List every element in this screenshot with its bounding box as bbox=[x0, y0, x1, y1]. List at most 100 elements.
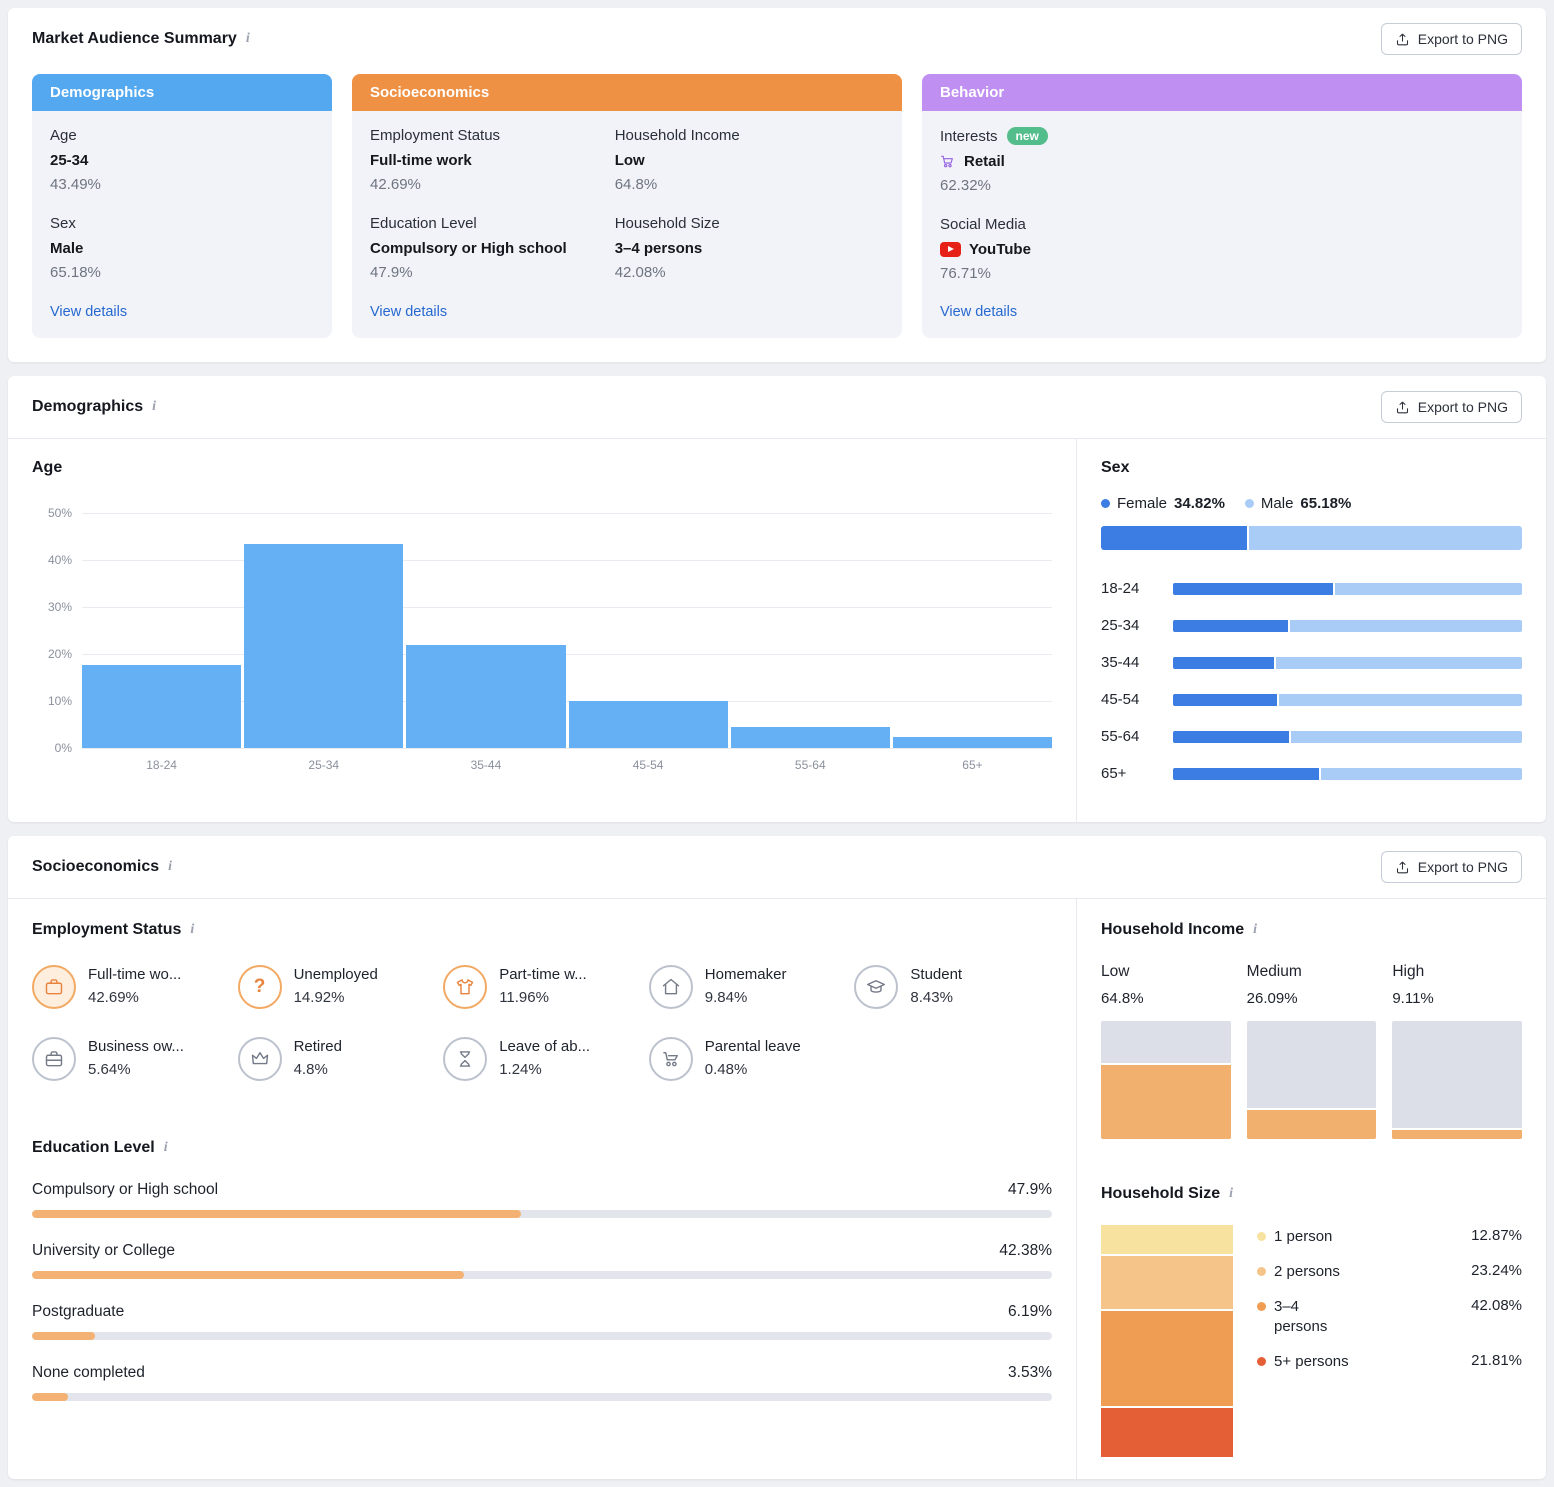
sex-row-label: 55-64 bbox=[1101, 728, 1140, 745]
age-bars bbox=[82, 513, 1053, 748]
income-percent: 9.11% bbox=[1392, 990, 1434, 1007]
export-icon bbox=[1395, 860, 1410, 875]
household-size-percent: 23.24% bbox=[1471, 1262, 1522, 1279]
income-chart-fill bbox=[1246, 1108, 1377, 1139]
legend-dot bbox=[1257, 1267, 1266, 1276]
summary-stat-label: Age bbox=[50, 127, 77, 144]
summary-stat-percent: 65.18% bbox=[50, 264, 101, 281]
household-size-percent: 42.08% bbox=[1471, 1297, 1522, 1314]
view-details-link[interactable]: View details bbox=[50, 304, 314, 320]
summary-stat: Social Media YouTube 76.71% bbox=[940, 216, 1048, 282]
view-details-link[interactable]: View details bbox=[940, 304, 1504, 320]
sex-segment-male bbox=[1279, 693, 1522, 706]
employment-item-name: Full-time wo... bbox=[88, 966, 182, 983]
summary-card-socioeconomics: Socioeconomics Employment Status Full-time… bbox=[352, 74, 902, 338]
summary-stat-value: Retail bbox=[940, 153, 1048, 170]
info-icon[interactable] bbox=[190, 922, 194, 938]
summary-card-behavior: Behavior Interests new Retail 62.32% Social M… bbox=[922, 74, 1522, 338]
education-level-title: Education Level bbox=[32, 1139, 1052, 1157]
education-bar-track bbox=[32, 1332, 1052, 1340]
socioeconomics-header: Socioeconomics Export to PNG bbox=[8, 836, 1546, 899]
employment-item: ? Unemployed 14.92% bbox=[237, 965, 436, 1009]
info-icon[interactable] bbox=[164, 1140, 168, 1156]
household-size-legend-item: 5+ persons 21.81% bbox=[1257, 1352, 1522, 1372]
household-size-block: Household Size 1 person 12.87% 2 persons 23… bbox=[1101, 1185, 1522, 1457]
briefcase-icon bbox=[32, 965, 76, 1009]
info-icon[interactable] bbox=[168, 859, 172, 875]
summary-stat-label: Education Level bbox=[370, 215, 477, 232]
info-icon[interactable] bbox=[1253, 922, 1257, 938]
sex-segment-male bbox=[1289, 619, 1522, 632]
employment-status-title: Employment Status bbox=[32, 921, 1052, 939]
socioeconomics-body: Employment Status Full-time wo... 42.69%?… bbox=[8, 899, 1546, 1479]
income-item-high: High 9.11% bbox=[1392, 963, 1522, 1139]
summary-card-column: Household Income Low 64.8% Household Size 3–… bbox=[615, 127, 740, 303]
employment-item-percent: 8.43% bbox=[910, 989, 953, 1006]
sex-row-35-44: 35-44 bbox=[1101, 654, 1522, 671]
income-chart bbox=[1246, 1021, 1377, 1139]
sex-row-label: 18-24 bbox=[1101, 580, 1140, 597]
summary-stat: Education Level Compulsory or High school… bbox=[370, 215, 567, 281]
export-png-button[interactable]: Export to PNG bbox=[1380, 391, 1522, 423]
summary-stat-label: Social Media bbox=[940, 216, 1026, 233]
household-income-title: Household Income bbox=[1101, 921, 1522, 939]
export-png-button[interactable]: Export to PNG bbox=[1380, 23, 1522, 55]
info-icon[interactable] bbox=[1229, 1186, 1233, 1202]
summary-title-text: Market Audience Summary bbox=[32, 30, 237, 47]
sex-legend: Female 34.82% Male 65.18% bbox=[1101, 495, 1522, 512]
sex-segment-female bbox=[1173, 619, 1288, 632]
info-icon[interactable] bbox=[152, 399, 156, 415]
household-size-segment bbox=[1101, 1310, 1233, 1406]
summary-stat-value: YouTube bbox=[940, 241, 1048, 258]
socioeconomics-left-panel: Employment Status Full-time wo... 42.69%?… bbox=[8, 899, 1076, 1479]
employment-item-name: Parental leave bbox=[704, 1038, 801, 1055]
education-percent: 3.53% bbox=[1008, 1364, 1052, 1381]
socioeconomics-title-text: Socioeconomics bbox=[32, 858, 160, 875]
summary-stat: Employment Status Full-time work 42.69% bbox=[370, 127, 567, 193]
sex-row-bar bbox=[1173, 656, 1522, 669]
education-bar-track bbox=[32, 1271, 1052, 1279]
export-png-button[interactable]: Export to PNG bbox=[1380, 851, 1522, 883]
sex-row-bar bbox=[1173, 730, 1522, 743]
suitcase-icon bbox=[32, 1037, 76, 1081]
employment-item-percent: 5.64% bbox=[88, 1061, 131, 1078]
employment-item: Retired 4.8% bbox=[237, 1037, 436, 1081]
summary-stat-value: Full-time work bbox=[370, 152, 472, 169]
gradcap-icon bbox=[854, 965, 899, 1009]
education-label: None completed bbox=[32, 1364, 145, 1381]
summary-cards: Demographics Age 25-34 43.49% Sex Male 65.18% V… bbox=[8, 70, 1546, 362]
sex-row-label: 25-34 bbox=[1101, 617, 1140, 634]
summary-stat-value: Low bbox=[614, 152, 645, 169]
socioeconomics-right-panel: Household Income Low 64.8% Medium 26.09% Hig… bbox=[1076, 899, 1546, 1479]
age-bar-55-64 bbox=[730, 726, 890, 748]
summary-card-header: Behavior bbox=[922, 74, 1522, 111]
summary-stat: Sex Male 65.18% bbox=[50, 215, 101, 281]
age-bar-25-34 bbox=[244, 543, 404, 748]
y-tick-label: 20% bbox=[47, 647, 72, 661]
summary-stat: Age 25-34 43.49% bbox=[50, 127, 101, 193]
page: Market Audience Summary Export to PNG De… bbox=[0, 0, 1554, 1487]
sex-total-segment-male bbox=[1248, 526, 1522, 550]
summary-stat-label: Interests new bbox=[940, 127, 1048, 145]
age-bar-35-44 bbox=[406, 644, 566, 748]
education-bar-fill bbox=[32, 1271, 465, 1279]
education-row: Compulsory or High school 47.9% bbox=[32, 1181, 1052, 1218]
legend-dot bbox=[1101, 499, 1110, 508]
income-item-low: Low 64.8% bbox=[1101, 963, 1231, 1139]
y-tick-label: 30% bbox=[47, 600, 72, 614]
education-bar-fill bbox=[32, 1332, 96, 1340]
info-icon[interactable] bbox=[246, 31, 250, 47]
summary-stat-percent: 42.69% bbox=[370, 176, 421, 193]
employment-item-name: Part-time w... bbox=[499, 966, 587, 983]
legend-dot bbox=[1257, 1302, 1266, 1311]
sex-row-bar bbox=[1173, 767, 1522, 780]
summary-card-body: Age 25-34 43.49% Sex Male 65.18% View details bbox=[32, 111, 332, 338]
x-tick-label: 55-64 bbox=[794, 758, 826, 772]
sex-segment-female bbox=[1173, 656, 1274, 669]
employment-item-percent: 14.92% bbox=[293, 989, 345, 1006]
employment-item: Full-time wo... 42.69% bbox=[32, 965, 230, 1009]
view-details-link[interactable]: View details bbox=[370, 304, 884, 320]
employment-item-name: Business ow... bbox=[88, 1038, 184, 1055]
youtube-icon bbox=[940, 242, 961, 257]
summary-stat: Household Size 3–4 persons 42.08% bbox=[615, 215, 740, 281]
